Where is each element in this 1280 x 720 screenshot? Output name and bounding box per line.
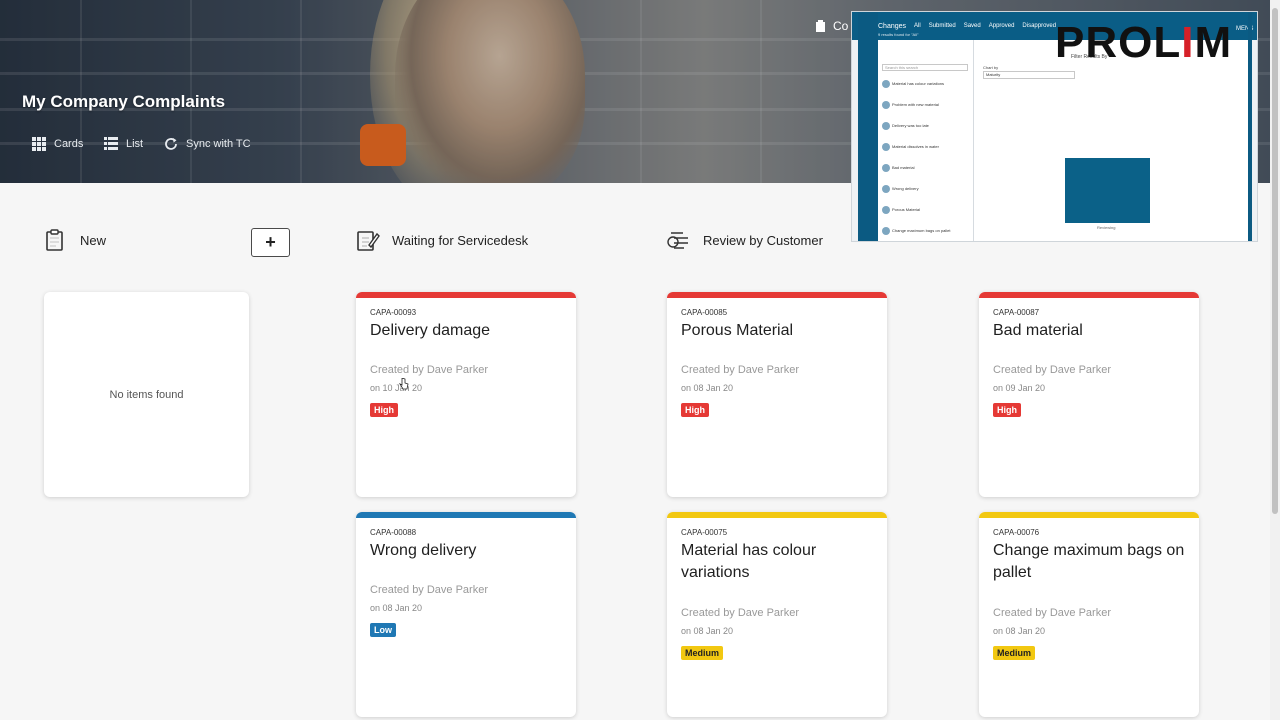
priority-color-bar — [356, 292, 576, 298]
complaint-card[interactable]: CAPA-00085 Porous Material Created by Da… — [667, 292, 887, 497]
inset-right-border — [1248, 12, 1252, 241]
card-date: on 08 Jan 20 — [681, 383, 734, 393]
grid-icon — [32, 137, 46, 151]
inset-chart-bar — [1065, 158, 1150, 223]
inset-tab: Changes — [878, 23, 907, 30]
empty-column-placeholder: No items found — [44, 292, 249, 497]
column-new-label: New — [80, 232, 107, 248]
inset-list-item: Delivery was too late — [882, 122, 929, 130]
inset-list-item: Bad material — [882, 164, 914, 172]
complaint-card[interactable]: CAPA-00088 Wrong delivery Created by Dav… — [356, 512, 576, 717]
card-date: on 08 Jan 20 — [993, 626, 1046, 636]
inset-chart-by-label: Chart by — [983, 65, 999, 70]
card-date: on 08 Jan 20 — [370, 603, 423, 613]
priority-badge: High — [681, 403, 709, 417]
priority-color-bar — [667, 512, 887, 518]
card-created-by: Created by Dave Parker — [993, 607, 1111, 619]
complaint-card[interactable]: CAPA-00075 Material has colour variation… — [667, 512, 887, 717]
complaint-card[interactable]: CAPA-00087 Bad material Created by Dave … — [979, 292, 1199, 497]
column-header-review: Review by Customer — [667, 226, 823, 254]
priority-badge: Medium — [681, 646, 724, 660]
prolim-logo: PROLIM — [1055, 18, 1233, 67]
inset-tab: Approved — [988, 23, 1015, 29]
card-id: CAPA-00076 — [993, 528, 1040, 537]
plus-icon: + — [265, 232, 276, 252]
inset-list-panel: Search this search Material has colour v… — [878, 40, 974, 241]
priority-badge: Medium — [993, 646, 1036, 660]
edit-document-icon — [357, 231, 380, 251]
card-date: on 08 Jan 20 — [681, 626, 734, 636]
priority-badge: High — [993, 403, 1021, 417]
card-title: Porous Material — [681, 322, 794, 339]
refresh-icon — [165, 138, 177, 150]
cards-view-label: Cards — [54, 138, 84, 150]
list-view-label: List — [126, 138, 144, 150]
card-id: CAPA-00087 — [993, 308, 1040, 317]
inset-search-input: Search this search — [882, 64, 968, 71]
inset-tabs: Changes All Submitted Saved Approved Dis… — [878, 23, 1056, 30]
card-date: on 09 Jan 20 — [993, 383, 1046, 393]
scrollbar-thumb[interactable] — [1272, 8, 1278, 514]
page-title: My Company Complaints — [22, 92, 226, 111]
inset-list-item: Wrong delivery — [882, 185, 919, 193]
inset-list-item: Material has colour variations — [882, 80, 944, 88]
sync-with-tc-button[interactable]: Sync with TC — [164, 135, 251, 153]
clipboard-small-icon — [816, 20, 825, 32]
add-item-button[interactable]: + — [251, 228, 290, 257]
inset-tab: Saved — [963, 23, 981, 29]
complaint-card[interactable]: CAPA-00093 Delivery damage Created by Da… — [356, 292, 576, 497]
card-created-by: Created by Dave Parker — [370, 364, 488, 376]
card-title: Material has colour variations — [681, 542, 817, 581]
complaint-card[interactable]: CAPA-00076 Change maximum bags on pallet… — [979, 512, 1199, 717]
clipboard-icon — [46, 229, 63, 251]
card-date: on 10 Jan 20 — [370, 383, 423, 393]
card-id: CAPA-00093 — [370, 308, 417, 317]
priority-badge: High — [370, 403, 398, 417]
card-id: CAPA-00075 — [681, 528, 728, 537]
card-created-by: Created by Dave Parker — [681, 607, 799, 619]
priority-color-bar — [979, 292, 1199, 298]
list-view-button[interactable]: List — [104, 135, 143, 153]
list-icon — [104, 137, 118, 150]
no-items-text: No items found — [109, 388, 184, 401]
card-title: Delivery damage — [370, 322, 491, 339]
column-review-label: Review by Customer — [703, 232, 823, 248]
card-title: Wrong delivery — [370, 542, 477, 559]
top-partial-button[interactable]: Co — [815, 19, 848, 33]
card-id: CAPA-00088 — [370, 528, 417, 537]
card-created-by: Created by Dave Parker — [681, 364, 799, 376]
review-list-icon — [667, 232, 688, 249]
inset-list-item: Material dissolves in water — [882, 143, 939, 151]
priority-badge: Low — [370, 623, 396, 637]
inset-results-text: 9 results found for "All" — [878, 32, 919, 37]
priority-color-bar — [356, 512, 576, 518]
top-partial-label: Co — [833, 19, 849, 33]
card-created-by: Created by Dave Parker — [370, 584, 488, 596]
inset-tab: All — [914, 23, 921, 29]
inset-list-item: Change maximum bags on pallet — [882, 227, 950, 235]
sync-label: Sync with TC — [186, 138, 251, 150]
inset-chart-by-select: Maturity — [983, 71, 1075, 79]
inset-tab: Submitted — [928, 23, 956, 29]
column-header-waiting: Waiting for Servicedesk — [356, 226, 528, 254]
card-title: Bad material — [993, 322, 1083, 339]
priority-color-bar — [667, 292, 887, 298]
inset-bar-label: Reviewing — [1097, 225, 1116, 230]
inset-list-item: Porous Material — [882, 206, 920, 214]
card-id: CAPA-00085 — [681, 308, 728, 317]
inset-tab: Disapproved — [1022, 23, 1057, 29]
inset-left-rail — [858, 12, 878, 241]
card-created-by: Created by Dave Parker — [993, 364, 1111, 376]
card-title: Change maximum bags on pallet — [993, 542, 1185, 581]
inset-list-item: Problem with new material — [882, 101, 939, 109]
cards-view-button[interactable]: Cards — [32, 135, 83, 153]
mouse-pointer-icon — [399, 378, 409, 390]
priority-color-bar — [979, 512, 1199, 518]
column-header-new: New — [44, 226, 106, 254]
column-waiting-label: Waiting for Servicedesk — [392, 232, 529, 248]
